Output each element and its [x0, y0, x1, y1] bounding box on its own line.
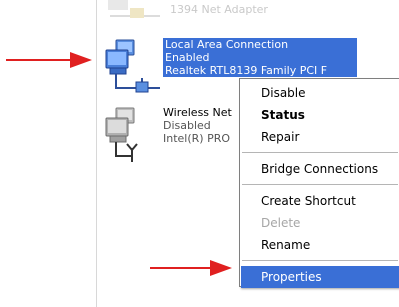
- connection-device: Realtek RTL8139 Family PCI F: [165, 64, 328, 77]
- connection-name: Wireless Net: [163, 106, 232, 119]
- menu-separator: [242, 152, 398, 153]
- connection-details: Wireless Net Disabled Intel(R) PRO: [163, 106, 232, 145]
- menu-item-delete: Delete: [261, 216, 301, 230]
- network-connection-icon: [108, 0, 160, 18]
- connection-device: Intel(R) PRO: [163, 132, 231, 145]
- menu-item-create-shortcut[interactable]: Create Shortcut: [240, 190, 399, 212]
- red-arrow-icon: [6, 52, 92, 68]
- wireless-connection-icon: [105, 107, 138, 162]
- context-menu: Disable Status Repair Bridge Connections…: [239, 78, 399, 288]
- menu-item-repair[interactable]: Repair: [240, 126, 399, 148]
- network-connection-icon: [105, 39, 160, 93]
- connection-details: Local Area Connection Enabled Realtek RT…: [163, 38, 357, 77]
- menu-separator: [242, 184, 398, 185]
- menu-item-properties[interactable]: Properties: [241, 266, 399, 288]
- menu-item-rename[interactable]: Rename: [240, 234, 399, 256]
- red-arrow-icon: [150, 260, 232, 276]
- menu-item-bridge-connections[interactable]: Bridge Connections: [240, 158, 399, 180]
- connection-name: Local Area Connection: [165, 38, 289, 51]
- menu-separator: [242, 260, 398, 261]
- connection-status: Disabled: [163, 119, 211, 132]
- connection-item-1394[interactable]: 1394 Net Adapter: [100, 0, 300, 24]
- connection-name: 1394 Net Adapter: [170, 3, 268, 16]
- menu-item-disable[interactable]: Disable: [240, 82, 399, 104]
- connection-status: Enabled: [165, 51, 210, 64]
- menu-item-status[interactable]: Status: [240, 104, 399, 126]
